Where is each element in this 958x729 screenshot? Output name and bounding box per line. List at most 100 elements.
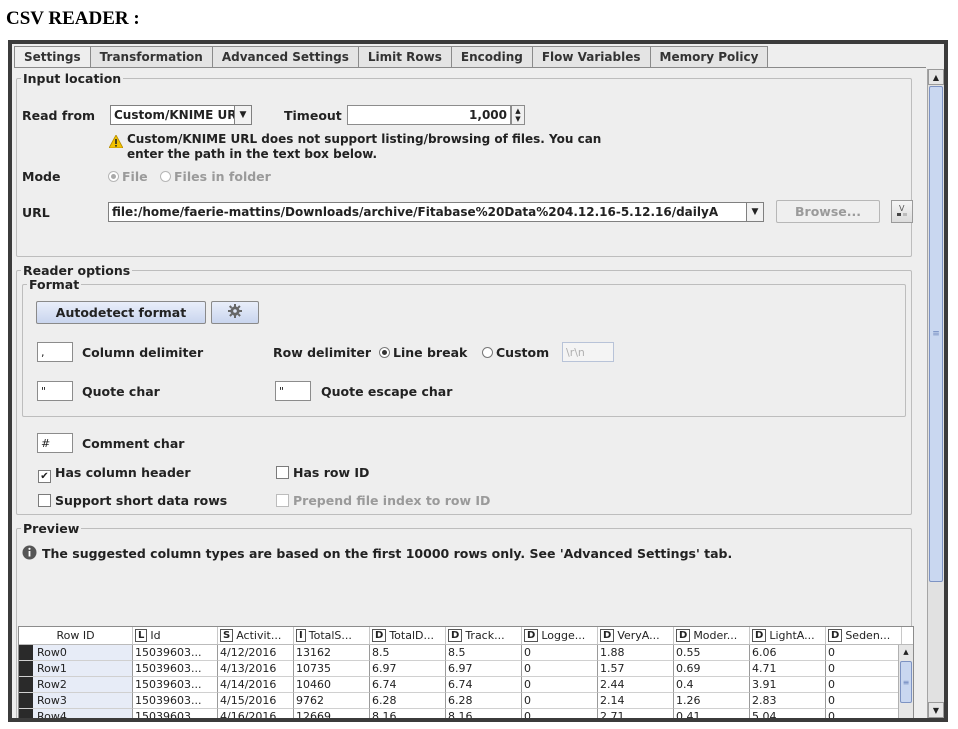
column-type-badge: D bbox=[600, 629, 615, 642]
custom-delimiter-label: Custom bbox=[496, 345, 550, 360]
table-cell: 10460 bbox=[294, 677, 370, 693]
table-cell: 8.5 bbox=[370, 645, 446, 661]
row-marker bbox=[19, 661, 33, 676]
tab-flow-variables[interactable]: Flow Variables bbox=[531, 46, 651, 68]
support-short-rows-label: Support short data rows bbox=[55, 493, 228, 508]
table-cell: 4.71 bbox=[750, 661, 826, 677]
quote-char-input[interactable]: " bbox=[37, 381, 73, 401]
quote-escape-input[interactable]: " bbox=[275, 381, 311, 401]
warning-icon bbox=[108, 134, 124, 149]
flow-variable-button[interactable]: V bbox=[891, 200, 913, 223]
tab-settings[interactable]: Settings bbox=[14, 46, 91, 68]
column-header[interactable]: L Id bbox=[133, 627, 218, 644]
column-header-label: Track... bbox=[465, 629, 505, 642]
tab-encoding[interactable]: Encoding bbox=[450, 46, 533, 68]
timeout-input[interactable]: 1,000 bbox=[347, 105, 511, 125]
has-row-id-option[interactable]: Has row ID bbox=[276, 465, 369, 480]
mode-folder-radio[interactable] bbox=[160, 171, 171, 182]
url-input[interactable]: file:/home/faerie-mattins/Downloads/arch… bbox=[108, 202, 764, 222]
column-header[interactable]: D LightA... bbox=[750, 627, 826, 644]
comment-char-input[interactable]: # bbox=[37, 433, 73, 453]
table-row[interactable]: Row2 15039603... 4/14/2016 10460 6.74 6.74 0 2.… bbox=[19, 677, 913, 693]
column-header[interactable]: S Activit... bbox=[218, 627, 294, 644]
preview-table[interactable]: Row ID L Id S Activit... I TotalS... D TotalD...… bbox=[18, 626, 914, 718]
chevron-down-icon[interactable]: ▼ bbox=[746, 203, 763, 221]
mode-file-option[interactable]: File bbox=[108, 169, 148, 184]
column-type-badge: D bbox=[676, 629, 691, 642]
table-row[interactable]: Row4 15039603... 4/16/2016 12669 8.16 8.16 0 2.… bbox=[19, 709, 913, 718]
column-header[interactable]: D Moder... bbox=[674, 627, 750, 644]
timeout-spinner[interactable]: ▲ ▼ bbox=[511, 105, 525, 125]
dialog-scroll-thumb[interactable]: ≡ bbox=[929, 86, 943, 582]
custom-delimiter-option[interactable]: Custom bbox=[482, 345, 549, 360]
has-column-header-option[interactable]: ✔ Has column header bbox=[38, 465, 191, 483]
csv-reader-dialog: Settings Transformation Advanced Setting… bbox=[8, 40, 948, 722]
column-type-badge: I bbox=[296, 629, 306, 642]
support-short-rows-option[interactable]: Support short data rows bbox=[38, 493, 227, 508]
table-row[interactable]: Row0 15039603... 4/12/2016 13162 8.5 8.5 0 1.88… bbox=[19, 645, 913, 661]
table-row[interactable]: Row1 15039603... 4/13/2016 10735 6.97 6.97 0 1.… bbox=[19, 661, 913, 677]
prepend-index-checkbox[interactable] bbox=[276, 494, 289, 507]
line-break-option[interactable]: Line break bbox=[379, 345, 467, 360]
row-id-cell: Row1 bbox=[19, 661, 133, 677]
column-header-label: Seden... bbox=[845, 629, 891, 642]
custom-delimiter-input[interactable]: \r\n bbox=[562, 342, 614, 362]
table-cell: 0 bbox=[522, 677, 598, 693]
table-cell: 4/15/2016 bbox=[218, 693, 294, 709]
table-cell: 6.28 bbox=[370, 693, 446, 709]
check-icon[interactable]: ✔ bbox=[38, 470, 51, 483]
table-cell: 4/16/2016 bbox=[218, 709, 294, 718]
column-header[interactable]: Row ID bbox=[19, 627, 133, 644]
prepend-index-option[interactable]: Prepend file index to row ID bbox=[276, 493, 490, 508]
has-row-id-checkbox[interactable] bbox=[276, 466, 289, 479]
mode-file-radio[interactable] bbox=[108, 171, 119, 182]
column-header[interactable]: I TotalS... bbox=[294, 627, 370, 644]
spinner-up-icon[interactable]: ▲ bbox=[515, 107, 520, 115]
line-break-radio[interactable] bbox=[379, 347, 390, 358]
mode-folder-option[interactable]: Files in folder bbox=[160, 169, 271, 184]
table-scroll-thumb[interactable]: ≡ bbox=[900, 661, 912, 703]
custom-delimiter-radio[interactable] bbox=[482, 347, 493, 358]
table-cell: 0.69 bbox=[674, 661, 750, 677]
column-header-label: VeryA... bbox=[617, 629, 660, 642]
column-type-badge: L bbox=[135, 629, 148, 642]
chevron-down-icon[interactable]: ▼ bbox=[234, 106, 251, 124]
row-id-cell: Row4 bbox=[19, 709, 133, 718]
support-short-rows-checkbox[interactable] bbox=[38, 494, 51, 507]
table-cell: 0 bbox=[826, 645, 902, 661]
format-settings-button[interactable] bbox=[211, 301, 259, 324]
table-row[interactable]: Row3 15039603... 4/15/2016 9762 6.28 6.28 0 2.1… bbox=[19, 693, 913, 709]
spinner-down-icon[interactable]: ▼ bbox=[515, 115, 520, 123]
flow-variable-icon: V bbox=[895, 203, 909, 220]
column-header[interactable]: D Seden... bbox=[826, 627, 902, 644]
row-marker bbox=[19, 709, 33, 718]
column-header[interactable]: D VeryA... bbox=[598, 627, 674, 644]
tab-advanced-settings[interactable]: Advanced Settings bbox=[211, 46, 359, 68]
column-delimiter-input[interactable]: , bbox=[37, 342, 73, 362]
table-cell: 13162 bbox=[294, 645, 370, 661]
column-header-label: Id bbox=[150, 629, 161, 642]
timeout-label: Timeout bbox=[284, 108, 342, 123]
table-cell: 4/12/2016 bbox=[218, 645, 294, 661]
dialog-scrollbar[interactable]: ▲ ≡ ▼ bbox=[927, 69, 944, 718]
column-header[interactable]: D TotalD... bbox=[370, 627, 446, 644]
table-cell: 2.44 bbox=[598, 677, 674, 693]
tab-memory-policy[interactable]: Memory Policy bbox=[649, 46, 769, 68]
tab-limit-rows[interactable]: Limit Rows bbox=[357, 46, 452, 68]
autodetect-format-button[interactable]: Autodetect format bbox=[36, 301, 206, 324]
column-header[interactable]: D Track... bbox=[446, 627, 522, 644]
scroll-down-icon[interactable]: ▼ bbox=[928, 702, 944, 718]
scroll-up-icon[interactable]: ▲ bbox=[928, 69, 944, 85]
scroll-up-icon[interactable]: ▲ bbox=[899, 645, 913, 659]
tab-transformation[interactable]: Transformation bbox=[89, 46, 213, 68]
column-header[interactable]: D Logge... bbox=[522, 627, 598, 644]
read-from-select[interactable]: Custom/KNIME URL ▼ bbox=[110, 105, 252, 125]
url-value[interactable]: file:/home/faerie-mattins/Downloads/arch… bbox=[109, 205, 746, 219]
input-location-group: Input location bbox=[16, 71, 912, 257]
table-scrollbar[interactable]: ▲ ≡ bbox=[898, 645, 913, 718]
browse-button[interactable]: Browse... bbox=[776, 200, 880, 223]
mode-folder-label: Files in folder bbox=[174, 169, 271, 184]
row-id-label: Row3 bbox=[37, 694, 67, 707]
table-cell: 0 bbox=[826, 661, 902, 677]
table-cell: 0 bbox=[522, 645, 598, 661]
